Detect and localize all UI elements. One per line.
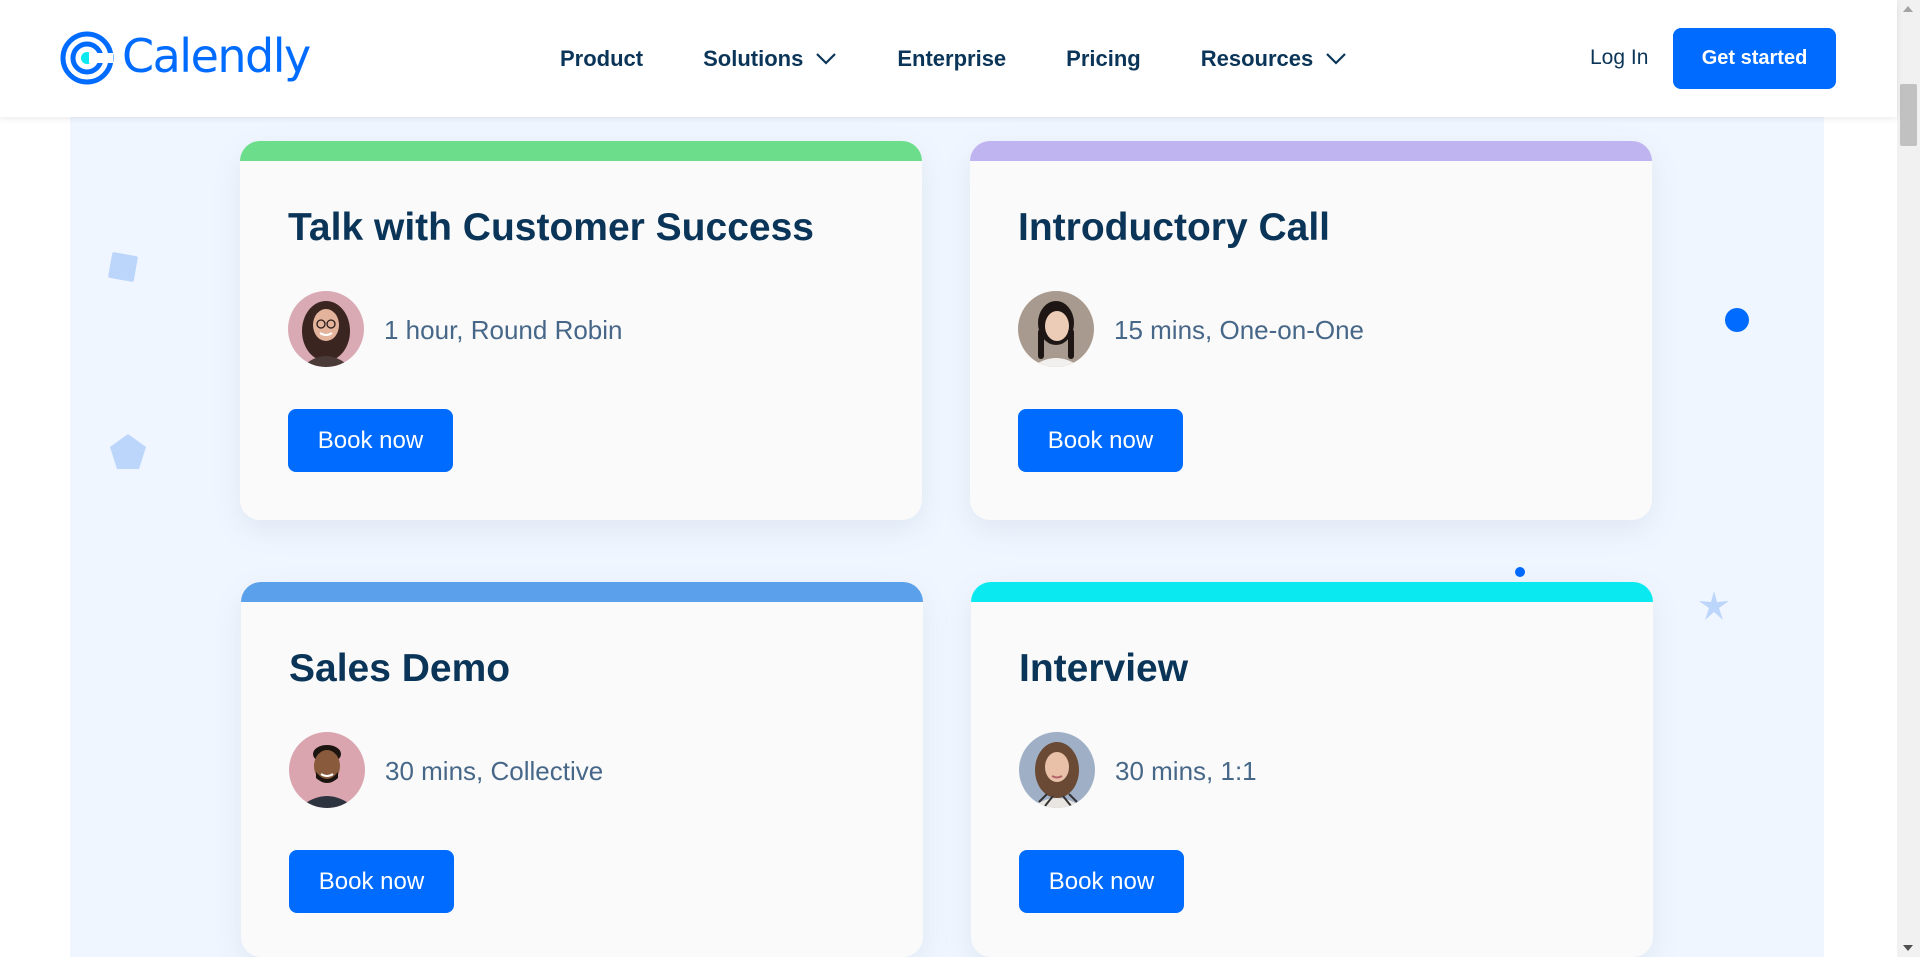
logo-wordmark: Calendly — [122, 29, 311, 83]
calendly-logo-icon — [60, 31, 114, 85]
scrollbar-thumb[interactable] — [1900, 84, 1917, 146]
calendly-logo[interactable]: Calendly — [60, 28, 311, 88]
event-title: Sales Demo — [289, 647, 511, 690]
nav-pricing[interactable]: Pricing — [1066, 46, 1141, 72]
event-title: Talk with Customer Success — [288, 206, 814, 249]
event-title: Interview — [1019, 647, 1189, 690]
nav-enterprise-label: Enterprise — [897, 45, 1007, 71]
card-accent-bar — [970, 141, 1652, 161]
nav-solutions[interactable]: Solutions — [703, 46, 837, 72]
event-duration-type: 15 mins, One-on-One — [1114, 315, 1365, 345]
person-avatar-woman-icon — [1019, 732, 1095, 808]
event-duration-type: 1 hour, Round Robin — [384, 315, 623, 345]
host-avatar — [1018, 291, 1094, 367]
card-accent-bar — [240, 141, 922, 161]
main-nav: Product Solutions Enterprise Pricing Res… — [560, 0, 1407, 117]
book-now-button[interactable]: Book now — [289, 850, 454, 913]
person-avatar-smiling-man-icon — [289, 732, 365, 808]
scroll-down-arrow-icon[interactable] — [1903, 945, 1913, 951]
vertical-scrollbar[interactable] — [1897, 0, 1920, 957]
event-card-introductory-call: Introductory Call 15 mins, One-on-One Bo… — [970, 141, 1652, 520]
chevron-down-icon — [816, 52, 837, 65]
nav-solutions-label: Solutions — [703, 45, 804, 71]
book-now-button[interactable]: Book now — [1019, 850, 1184, 913]
nav-product-label: Product — [560, 45, 644, 71]
decorative-star-icon — [1699, 591, 1729, 620]
nav-enterprise[interactable]: Enterprise — [897, 46, 1006, 72]
scroll-up-arrow-icon[interactable] — [1903, 6, 1913, 12]
person-avatar-glasses-icon — [288, 291, 364, 367]
card-accent-bar — [971, 582, 1653, 602]
chevron-down-icon — [1326, 52, 1347, 65]
nav-product[interactable]: Product — [560, 46, 643, 72]
person-avatar-braids-icon — [1018, 291, 1094, 367]
event-card-customer-success: Talk with Customer Success 1 hour, Round… — [240, 141, 922, 520]
decorative-square-icon — [108, 252, 138, 282]
host-avatar — [1019, 732, 1095, 808]
decorative-small-dot-icon — [1515, 567, 1525, 577]
host-avatar — [288, 291, 364, 367]
decorative-pentagon-icon — [110, 434, 146, 469]
event-card-sales-demo: Sales Demo 30 mins, Collective Book now — [241, 582, 923, 957]
event-duration-type: 30 mins, 1:1 — [1115, 756, 1257, 786]
event-title: Introductory Call — [1018, 206, 1331, 249]
nav-pricing-label: Pricing — [1066, 45, 1141, 71]
event-card-interview: Interview 30 mins, 1:1 Book now — [971, 582, 1653, 957]
event-duration-type: 30 mins, Collective — [385, 756, 604, 786]
decorative-dot-icon — [1725, 308, 1749, 332]
book-now-button[interactable]: Book now — [288, 409, 453, 472]
nav-resources-label: Resources — [1200, 45, 1314, 71]
book-now-button[interactable]: Book now — [1018, 409, 1183, 472]
nav-resources[interactable]: Resources — [1201, 46, 1348, 72]
get-started-button[interactable]: Get started — [1673, 28, 1836, 89]
card-accent-bar — [241, 582, 923, 602]
login-link[interactable]: Log In — [1590, 46, 1648, 70]
host-avatar — [289, 732, 365, 808]
page: Calendly Product Solutions Enterprise Pr… — [0, 0, 1920, 957]
site-header: Calendly Product Solutions Enterprise Pr… — [0, 0, 1897, 117]
